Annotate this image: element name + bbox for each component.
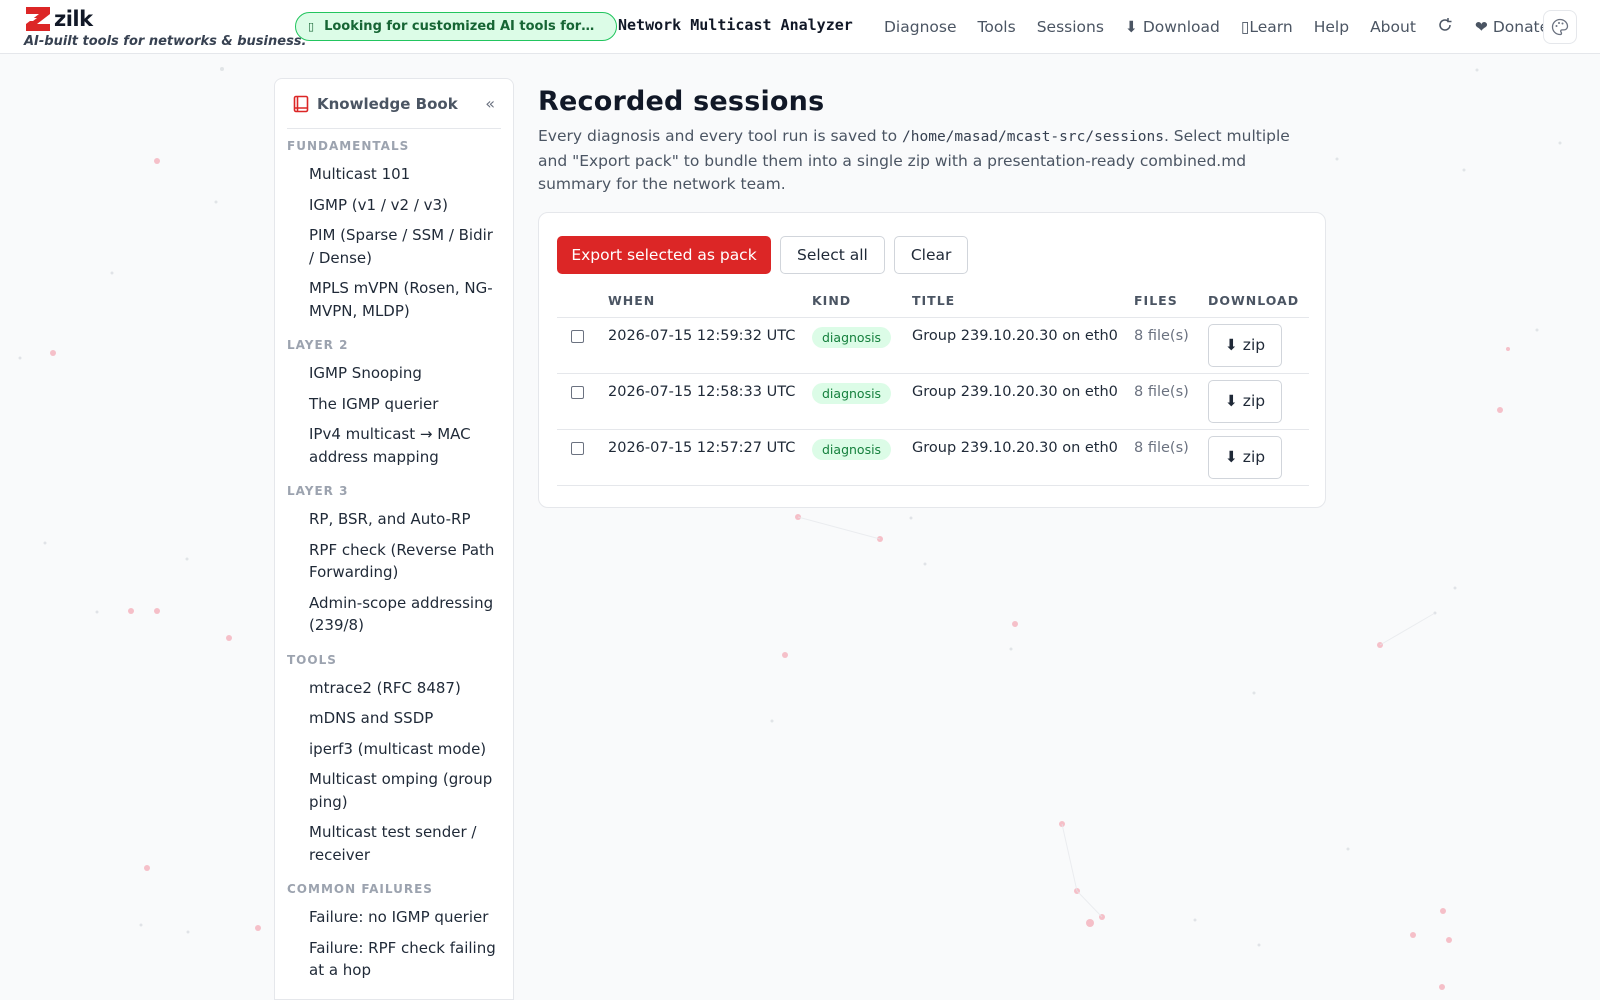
header-select (557, 285, 608, 318)
page-title: Recorded sessions (538, 86, 825, 117)
knowledge-book-sidebar: Knowledge Book « FUNDAMENTALS Multicast … (274, 78, 514, 1000)
download-zip-button[interactable]: ⬇ zip (1208, 435, 1282, 479)
app-title: Network Multicast Analyzer (618, 16, 853, 34)
row-checkbox[interactable] (571, 441, 584, 455)
promo-banner[interactable]: ▯ Looking for customized AI tools for y.… (295, 12, 617, 41)
clear-button[interactable]: Clear (893, 236, 969, 274)
sidebar-section-layer-3: LAYER 3 (287, 484, 349, 498)
session-title: Group 239.10.20.30 on eth0 (912, 429, 1134, 486)
row-checkbox[interactable] (571, 329, 584, 343)
session-files: 8 file(s) (1134, 317, 1208, 374)
header-title: TITLE (912, 285, 1134, 318)
session-when: 2026-07-15 12:59:32 UTC (608, 317, 812, 374)
session-when: 2026-07-15 12:57:27 UTC (608, 429, 812, 486)
kind-badge: diagnosis (812, 326, 892, 348)
sidebar-item-igmp-snooping[interactable]: IGMP Snooping (287, 358, 501, 389)
header-when: WHEN (608, 285, 812, 318)
session-title: Group 239.10.20.30 on eth0 (912, 373, 1134, 430)
session-actions: Export selected as pack Select all Clear (557, 236, 977, 274)
export-pack-button[interactable]: Export selected as pack (557, 236, 771, 274)
sidebar-item-pim[interactable]: PIM (Sparse / SSM / Bidir / Dense) (287, 220, 501, 273)
select-all-button[interactable]: Select all (780, 236, 885, 274)
download-zip-button[interactable]: ⬇ zip (1208, 379, 1282, 423)
palette-icon (1551, 18, 1569, 36)
sessions-table: WHEN KIND TITLE FILES DOWNLOAD 2026-07-1… (557, 285, 1309, 486)
sidebar-item-omping[interactable]: Multicast omping (group ping) (287, 764, 501, 817)
kind-badge: diagnosis (812, 382, 892, 404)
sidebar-item-mac-mapping[interactable]: IPv4 multicast → MAC address mapping (287, 419, 501, 472)
sidebar-item-multicast-101[interactable]: Multicast 101 (287, 159, 501, 190)
sessions-main: Recorded sessions Every diagnosis and ev… (538, 78, 1328, 508)
top-navigation-bar: zilk AI-built tools for networks & busin… (0, 0, 1600, 54)
brand-name: zilk (54, 7, 93, 31)
page-description: Every diagnosis and every tool run is sa… (538, 125, 1298, 197)
nav-learn[interactable]: ▯Learn (1241, 18, 1293, 36)
nav-tools[interactable]: Tools (978, 18, 1016, 36)
nav-sessions[interactable]: Sessions (1037, 18, 1104, 36)
sidebar-item-rpf-check[interactable]: RPF check (Reverse Path Forwarding) (287, 535, 501, 588)
theme-palette-button[interactable] (1543, 10, 1577, 44)
brand-tagline: AI-built tools for networks & business. (24, 34, 307, 49)
nav-download[interactable]: ⬇ Download (1125, 18, 1220, 36)
main-nav: Diagnose Tools Sessions ⬇ Download ▯Lear… (884, 14, 1570, 40)
book-icon (293, 95, 309, 112)
sidebar-item-no-igmp-querier[interactable]: Failure: no IGMP querier (287, 902, 501, 933)
header-download: DOWNLOAD (1208, 285, 1309, 318)
refresh-icon[interactable] (1437, 17, 1453, 37)
sidebar-item-mtrace2[interactable]: mtrace2 (RFC 8487) (287, 673, 501, 704)
promo-text: Looking for customized AI tools for y... (324, 19, 597, 34)
sessions-path: /home/masad/mcast-src/sessions (902, 129, 1164, 145)
collapse-sidebar-button[interactable]: « (485, 94, 495, 113)
sidebar-item-igmp-querier[interactable]: The IGMP querier (287, 389, 501, 420)
sidebar-item-admin-scope[interactable]: Admin-scope addressing (239/8) (287, 588, 501, 641)
sidebar-item-mdns-ssdp[interactable]: mDNS and SSDP (287, 703, 501, 734)
sidebar-item-rpf-failing[interactable]: Failure: RPF check failing at a hop (287, 933, 501, 986)
zilk-logo-icon (26, 7, 50, 31)
sidebar-title: Knowledge Book (317, 94, 458, 113)
table-row: 2026-07-15 12:57:27 UTC diagnosis Group … (557, 429, 1309, 486)
session-when: 2026-07-15 12:58:33 UTC (608, 373, 812, 430)
sidebar-item-test-sender[interactable]: Multicast test sender / receiver (287, 817, 501, 870)
nav-about[interactable]: About (1370, 18, 1416, 36)
sessions-card: Export selected as pack Select all Clear… (538, 212, 1326, 508)
header-files: FILES (1134, 285, 1208, 318)
brand[interactable]: zilk AI-built tools for networks & busin… (24, 5, 306, 49)
sidebar-section-tools: TOOLS (287, 652, 337, 667)
header-kind: KIND (812, 285, 912, 318)
kind-badge: diagnosis (812, 438, 892, 460)
sidebar-section-layer-2: LAYER 2 (287, 338, 349, 352)
desc-before: Every diagnosis and every tool run is sa… (538, 127, 903, 145)
sidebar-item-igmp[interactable]: IGMP (v1 / v2 / v3) (287, 190, 501, 221)
nav-donate[interactable]: ❤ Donate (1475, 18, 1549, 36)
sidebar-section-fundamentals: FUNDAMENTALS (287, 139, 410, 153)
row-checkbox[interactable] (571, 385, 584, 399)
nav-diagnose[interactable]: Diagnose (884, 18, 957, 36)
sidebar-item-mpls-mvpn[interactable]: MPLS mVPN (Rosen, NG-MVPN, MLDP) (287, 273, 501, 326)
sidebar-item-rp-bsr[interactable]: RP, BSR, and Auto-RP (287, 504, 501, 535)
table-header-row: WHEN KIND TITLE FILES DOWNLOAD (557, 285, 1309, 318)
nav-help[interactable]: Help (1314, 18, 1349, 36)
session-files: 8 file(s) (1134, 429, 1208, 486)
sidebar-section-common-failures: COMMON FAILURES (287, 882, 433, 896)
session-files: 8 file(s) (1134, 373, 1208, 430)
sparkle-icon: ▯ (308, 20, 315, 33)
session-title: Group 239.10.20.30 on eth0 (912, 317, 1134, 374)
download-zip-button[interactable]: ⬇ zip (1208, 323, 1282, 367)
nav-learn-label: Learn (1249, 18, 1293, 36)
table-row: 2026-07-15 12:58:33 UTC diagnosis Group … (557, 373, 1309, 430)
table-row: 2026-07-15 12:59:32 UTC diagnosis Group … (557, 317, 1309, 374)
sidebar-header: Knowledge Book « (287, 79, 501, 129)
sidebar-item-iperf3[interactable]: iperf3 (multicast mode) (287, 734, 501, 765)
